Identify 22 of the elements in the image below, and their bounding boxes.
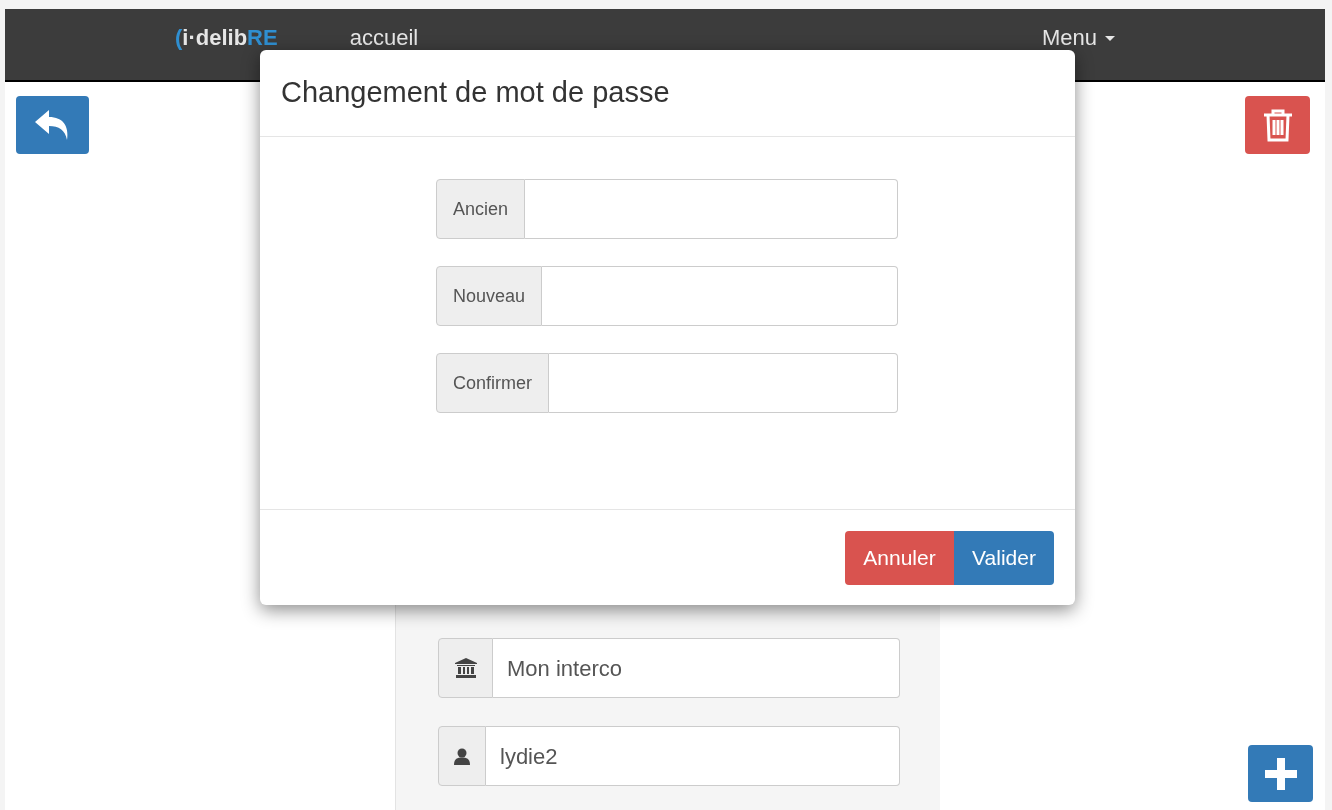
caret-icon xyxy=(1105,35,1115,41)
password-field[interactable] xyxy=(525,179,898,239)
nav-link[interactable]: accueil xyxy=(349,27,419,49)
trash-icon xyxy=(1262,108,1293,142)
menu-dropdown[interactable]: Menu xyxy=(1041,27,1115,49)
logo[interactable]: (i·delibRE xyxy=(175,27,278,49)
password-field[interactable] xyxy=(542,266,898,326)
back-button[interactable] xyxy=(16,96,89,154)
plus-icon xyxy=(1264,757,1297,790)
field-label: Ancien xyxy=(436,179,526,239)
add-button[interactable] xyxy=(1248,745,1313,802)
modal-title: Changement de mot de passe xyxy=(281,75,670,111)
field-label: Nouveau xyxy=(436,266,543,326)
password-field[interactable] xyxy=(549,353,898,413)
submit-button[interactable]: Valider xyxy=(954,530,1054,585)
text-field[interactable]: Mon interco xyxy=(493,638,900,698)
field-label: Confirmer xyxy=(436,353,549,413)
cancel-button[interactable]: Annuler xyxy=(845,530,954,585)
institution-icon xyxy=(454,658,477,678)
delete-button[interactable] xyxy=(1245,96,1310,154)
text-field[interactable]: lydie2 xyxy=(486,726,900,786)
user-icon xyxy=(454,747,470,765)
